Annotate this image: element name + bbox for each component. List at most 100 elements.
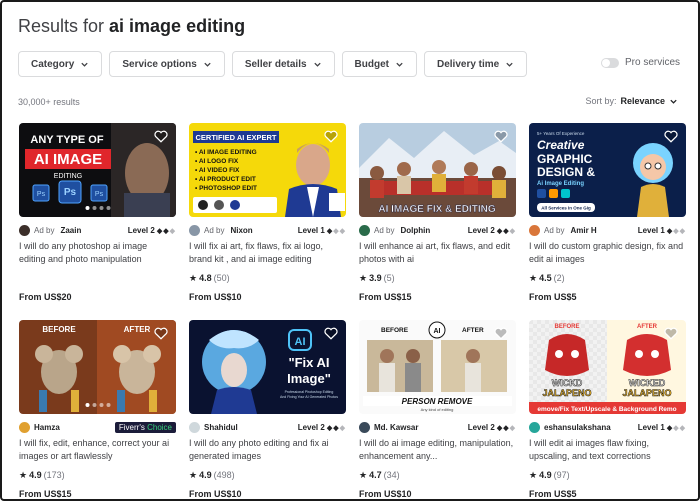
thumb-text: AFTER xyxy=(637,324,658,330)
thumb-text: Creative xyxy=(537,138,585,152)
thumb-text: • AI PRODUCT EDIT xyxy=(195,176,256,183)
gig-title[interactable]: I will do any photoshop ai image editing… xyxy=(19,240,176,266)
filter-label: Seller details xyxy=(244,58,307,70)
gig-title[interactable]: I will fix ai art, fix flaws, fix ai log… xyxy=(189,240,346,266)
seller-name[interactable]: Md. Kawsar xyxy=(374,423,418,432)
level-diamonds-icon: ◆◆◆ xyxy=(326,424,346,432)
thumb-text: "Fix AI xyxy=(288,355,329,370)
gig-title[interactable]: I will enhance ai art, fix flaws, and ed… xyxy=(359,240,516,266)
filter-service-options-button[interactable]: Service options xyxy=(109,51,225,77)
svg-text:Ps: Ps xyxy=(64,187,77,198)
thumb-text: AFTER xyxy=(462,327,484,334)
gig-thumbnail[interactable]: AI "Fix AI Image" Professional Photoshop… xyxy=(189,320,346,414)
heart-icon[interactable] xyxy=(154,327,168,340)
avatar[interactable] xyxy=(359,421,370,433)
filter-delivery-time-button[interactable]: Delivery time xyxy=(423,51,528,77)
heart-icon[interactable] xyxy=(154,130,168,143)
gig-price: From US$15 xyxy=(19,489,72,499)
heart-icon[interactable] xyxy=(664,130,678,143)
thumb-text: • PHOTOSHOP EDIT xyxy=(195,185,257,192)
seller-name[interactable]: Nixon xyxy=(230,226,252,235)
gig-card[interactable]: BEFORE AFTER AI PERSON REMOVE Any kind o… xyxy=(359,320,516,499)
avatar[interactable] xyxy=(189,224,200,236)
chevron-down-icon xyxy=(506,62,513,67)
thumb-text: AI xyxy=(295,336,306,348)
avatar[interactable] xyxy=(189,421,200,433)
thumb-text: 5+ Years Of Experience xyxy=(537,131,585,136)
gig-thumbnail[interactable]: BEFORE AFTER WICKD JALAPENO WICKED JALAP… xyxy=(529,320,686,414)
gig-image: 5+ Years Of Experience Creative GRAPHIC … xyxy=(529,123,686,217)
gig-price: From US$5 xyxy=(529,489,577,499)
gig-thumbnail[interactable]: CERTIFIED AI EXPERT • AI IMAGE EDITING •… xyxy=(189,123,346,217)
seller-name[interactable]: eshansulakshana xyxy=(544,423,611,432)
carousel-dots xyxy=(85,206,110,210)
seller-name[interactable]: Hamza xyxy=(34,423,60,432)
sort-label: Sort by: xyxy=(585,96,617,106)
filter-label: Category xyxy=(31,58,75,70)
star-icon: ★ xyxy=(19,469,28,480)
gig-thumbnail[interactable]: ANY TYPE OF AI IMAGE EDITING Ps Ps Ps xyxy=(19,123,176,217)
gig-card[interactable]: ANY TYPE OF AI IMAGE EDITING Ps Ps Ps Ad… xyxy=(19,123,176,302)
gig-title[interactable]: I will fix, edit, enhance, correct your … xyxy=(19,437,176,463)
avatar[interactable] xyxy=(359,224,370,236)
ad-label: Ad by xyxy=(544,225,565,235)
ad-label: Ad by xyxy=(374,225,395,235)
gig-title[interactable]: I will edit ai images flaw fixing, upsca… xyxy=(529,437,686,463)
gig-price: From US$10 xyxy=(189,489,242,499)
gig-title[interactable]: I will do any photo editing and fix ai g… xyxy=(189,437,346,463)
avatar[interactable] xyxy=(19,421,30,433)
gig-card[interactable]: BEFORE AFTER WICKD JALAPENO WICKED JALAP… xyxy=(529,320,686,499)
gig-thumbnail[interactable]: BEFORE AFTER xyxy=(19,320,176,414)
gig-card[interactable]: BEFORE AFTER Hamza Fiverr's Choice I wil… xyxy=(19,320,176,499)
star-icon: ★ xyxy=(359,469,368,480)
seller-name[interactable]: Zaain xyxy=(60,226,81,235)
avatar[interactable] xyxy=(529,421,540,433)
heart-icon[interactable] xyxy=(324,327,338,340)
gig-thumbnail[interactable]: BEFORE AFTER AI PERSON REMOVE Any kind o… xyxy=(359,320,516,414)
gig-image: AI IMAGE FIX & EDITING xyxy=(359,123,516,217)
gig-card[interactable]: 5+ Years Of Experience Creative GRAPHIC … xyxy=(529,123,686,302)
heart-icon[interactable] xyxy=(494,327,508,340)
star-icon: ★ xyxy=(189,272,198,283)
gig-image: BEFORE AFTER AI PERSON REMOVE Any kind o… xyxy=(359,320,516,414)
gig-image: CERTIFIED AI EXPERT • AI IMAGE EDITING •… xyxy=(189,123,346,217)
thumb-text: • AI IMAGE EDITING xyxy=(195,149,257,156)
level-diamonds-icon: ◆◆◆ xyxy=(496,424,516,432)
gig-card[interactable]: AI IMAGE FIX & EDITING Ad by Dolphin Lev… xyxy=(359,123,516,302)
thumb-text: GRAPHIC xyxy=(537,152,593,166)
filter-bar: Category Service options Seller details … xyxy=(18,51,528,77)
filter-budget-button[interactable]: Budget xyxy=(341,51,417,77)
seller-name[interactable]: Amir H xyxy=(570,226,596,235)
gig-image: BEFORE AFTER xyxy=(19,320,176,414)
avatar[interactable] xyxy=(529,224,540,236)
heart-icon[interactable] xyxy=(324,130,338,143)
sort-dropdown[interactable]: Sort by: Relevance xyxy=(585,96,678,106)
gig-rating: ★ 4.9 (498) xyxy=(189,469,235,481)
filter-seller-details-button[interactable]: Seller details xyxy=(231,51,335,77)
avatar[interactable] xyxy=(19,224,30,236)
gig-card[interactable]: AI "Fix AI Image" Professional Photoshop… xyxy=(189,320,346,499)
gig-price: From US$20 xyxy=(19,292,72,302)
star-icon: ★ xyxy=(359,272,368,283)
pro-services-toggle[interactable] xyxy=(600,57,619,68)
seller-level: Level 2 ◆◆◆ xyxy=(297,422,346,432)
gig-title[interactable]: I will do custom graphic design, fix and… xyxy=(529,240,686,266)
thumb-text: Any kind of editing xyxy=(421,407,454,412)
seller-row: Ad by Zaain Level 2 ◆◆◆ xyxy=(19,224,176,236)
gig-thumbnail[interactable]: AI IMAGE FIX & EDITING xyxy=(359,123,516,217)
filter-category-button[interactable]: Category xyxy=(18,51,103,77)
gig-card[interactable]: CERTIFIED AI EXPERT • AI IMAGE EDITING •… xyxy=(189,123,346,302)
seller-name[interactable]: Dolphin xyxy=(400,226,430,235)
thumb-text: Ai Image Editing xyxy=(537,181,584,187)
gig-title[interactable]: I will do ai image editing, manipulation… xyxy=(359,437,516,463)
thumb-text: And Fixing Your AI Generated Photos xyxy=(280,395,338,399)
page-frame: Results for ai image editing Category Se… xyxy=(0,0,700,501)
seller-name[interactable]: Shahidul xyxy=(204,423,238,432)
sort-value: Relevance xyxy=(620,96,665,106)
heart-icon[interactable] xyxy=(494,130,508,143)
heart-icon[interactable] xyxy=(664,327,678,340)
gig-thumbnail[interactable]: 5+ Years Of Experience Creative GRAPHIC … xyxy=(529,123,686,217)
seller-row: Shahidul Level 2 ◆◆◆ xyxy=(189,421,346,433)
pro-services-label: Pro services xyxy=(624,57,680,68)
seller-row: Hamza Fiverr's Choice xyxy=(19,421,176,433)
